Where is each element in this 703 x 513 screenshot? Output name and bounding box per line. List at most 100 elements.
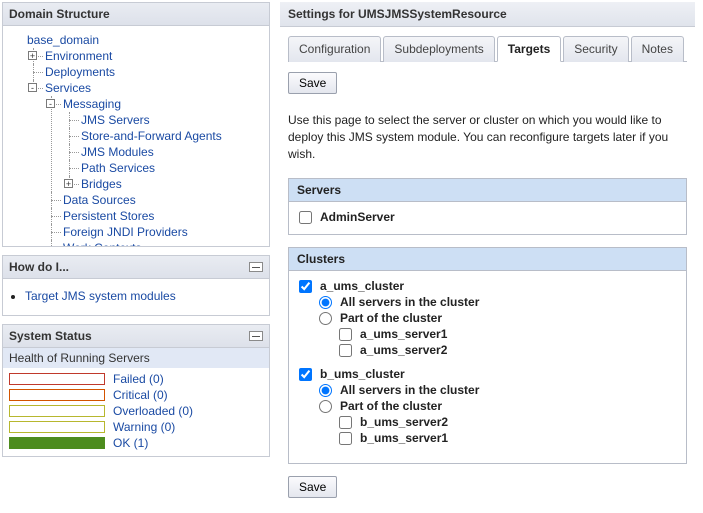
domain-structure-title: Domain Structure bbox=[9, 7, 110, 21]
tree-item: Path Services bbox=[63, 160, 263, 176]
status-row: OK (1) bbox=[9, 436, 263, 450]
domain-tree-scroll[interactable]: base_domain + Environment Deployments bbox=[3, 26, 269, 246]
cluster-option-all[interactable]: All servers in the cluster bbox=[319, 295, 676, 309]
cluster-radio-all[interactable] bbox=[319, 296, 332, 309]
domain-tree: base_domain + Environment Deployments bbox=[7, 30, 265, 246]
cluster-row[interactable]: a_ums_cluster bbox=[299, 279, 676, 293]
status-bar bbox=[9, 437, 105, 449]
cluster-server-checkbox[interactable] bbox=[339, 432, 352, 445]
tab-subdeployments[interactable]: Subdeployments bbox=[383, 36, 494, 62]
clusters-header: Clusters bbox=[289, 248, 686, 271]
status-label[interactable]: Failed (0) bbox=[113, 372, 164, 386]
status-label[interactable]: Warning (0) bbox=[113, 420, 175, 434]
server-name: AdminServer bbox=[320, 210, 395, 224]
tree-node-foreign-jndi[interactable]: Foreign JNDI Providers bbox=[63, 225, 188, 239]
tab-configuration[interactable]: Configuration bbox=[288, 36, 381, 62]
cluster-server-row[interactable]: a_ums_server2 bbox=[339, 343, 676, 357]
tree-item: + Environment bbox=[27, 48, 263, 64]
cluster-option-part[interactable]: Part of the cluster bbox=[319, 399, 676, 413]
tree-item: JMS Servers bbox=[63, 112, 263, 128]
cluster-checkbox[interactable] bbox=[299, 368, 312, 381]
cluster-server-checkbox[interactable] bbox=[339, 344, 352, 357]
howdoi-title: How do I... bbox=[9, 260, 69, 274]
tree-item: Work Contexts bbox=[45, 240, 263, 246]
tree-node-base-domain[interactable]: base_domain bbox=[27, 33, 99, 47]
tree-node-environment[interactable]: Environment bbox=[45, 49, 112, 63]
tab-bar: ConfigurationSubdeploymentsTargetsSecuri… bbox=[288, 35, 687, 62]
tree-node-data-sources[interactable]: Data Sources bbox=[63, 193, 136, 207]
tree-node-saf-agents[interactable]: Store-and-Forward Agents bbox=[81, 129, 222, 143]
howdoi-body: Target JMS system modules bbox=[3, 279, 269, 315]
clusters-section: Clusters a_ums_cluster All servers in the… bbox=[288, 247, 687, 464]
tree-item: Data Sources bbox=[45, 192, 263, 208]
servers-section: Servers AdminServer bbox=[288, 178, 687, 235]
server-row[interactable]: AdminServer bbox=[299, 210, 676, 224]
status-row: Critical (0) bbox=[9, 388, 263, 402]
tree-node-persistent-stores[interactable]: Persistent Stores bbox=[63, 209, 154, 223]
cluster-server-name: a_ums_server2 bbox=[360, 343, 447, 357]
system-status-header: System Status bbox=[3, 325, 269, 348]
collapse-icon[interactable] bbox=[249, 262, 263, 272]
howdoi-link[interactable]: Target JMS system modules bbox=[25, 289, 176, 303]
collapse-icon[interactable]: - bbox=[28, 83, 37, 92]
tab-targets[interactable]: Targets bbox=[497, 36, 561, 62]
cluster-server-row[interactable]: a_ums_server1 bbox=[339, 327, 676, 341]
tab-security[interactable]: Security bbox=[563, 36, 628, 62]
cluster-radio-part[interactable] bbox=[319, 400, 332, 413]
tree-node-messaging[interactable]: Messaging bbox=[63, 97, 121, 111]
expand-icon[interactable]: + bbox=[64, 179, 73, 188]
tree-node-path-services[interactable]: Path Services bbox=[81, 161, 155, 175]
cluster-option-all[interactable]: All servers in the cluster bbox=[319, 383, 676, 397]
tree-item: Persistent Stores bbox=[45, 208, 263, 224]
status-bar bbox=[9, 389, 105, 401]
status-bar bbox=[9, 421, 105, 433]
tree-node-deployments[interactable]: Deployments bbox=[45, 65, 115, 79]
collapse-icon[interactable]: - bbox=[46, 99, 55, 108]
cluster-server-name: b_ums_server1 bbox=[360, 431, 448, 445]
tree-node-work-contexts[interactable]: Work Contexts bbox=[63, 241, 141, 246]
domain-structure-header: Domain Structure bbox=[3, 3, 269, 26]
cluster-row[interactable]: b_ums_cluster bbox=[299, 367, 676, 381]
status-bar bbox=[9, 373, 105, 385]
cluster-checkbox[interactable] bbox=[299, 280, 312, 293]
cluster-server-row[interactable]: b_ums_server1 bbox=[339, 431, 676, 445]
settings-panel: Settings for UMSJMSSystemResource Config… bbox=[280, 2, 701, 506]
cluster-server-checkbox[interactable] bbox=[339, 416, 352, 429]
status-label[interactable]: OK (1) bbox=[113, 436, 148, 450]
system-status-title: System Status bbox=[9, 329, 92, 343]
cluster-name: b_ums_cluster bbox=[320, 367, 405, 381]
tree-node-jms-modules[interactable]: JMS Modules bbox=[81, 145, 154, 159]
tree-item: Deployments bbox=[27, 64, 263, 80]
status-row: Overloaded (0) bbox=[9, 404, 263, 418]
cluster-option-part[interactable]: Part of the cluster bbox=[319, 311, 676, 325]
cluster-option-label: All servers in the cluster bbox=[340, 295, 479, 309]
cluster-server-checkbox[interactable] bbox=[339, 328, 352, 341]
cluster-radio-all[interactable] bbox=[319, 384, 332, 397]
save-button-bottom[interactable]: Save bbox=[288, 476, 337, 498]
cluster-radio-part[interactable] bbox=[319, 312, 332, 325]
tree-node-services[interactable]: Services bbox=[45, 81, 91, 95]
server-checkbox[interactable] bbox=[299, 211, 312, 224]
status-label[interactable]: Critical (0) bbox=[113, 388, 168, 402]
tree-item: - Messaging JMS Servers Store-and-Forwar… bbox=[45, 96, 263, 192]
tree-node-bridges[interactable]: Bridges bbox=[81, 177, 122, 191]
settings-title: Settings for UMSJMSSystemResource bbox=[280, 2, 695, 27]
collapse-icon[interactable] bbox=[249, 331, 263, 341]
status-label[interactable]: Overloaded (0) bbox=[113, 404, 193, 418]
cluster-option-label: Part of the cluster bbox=[340, 399, 442, 413]
system-status-panel: System Status Health of Running Servers … bbox=[2, 324, 270, 457]
tab-notes[interactable]: Notes bbox=[631, 36, 684, 62]
tree-root: base_domain + Environment Deployments bbox=[9, 32, 263, 246]
cluster-server-row[interactable]: b_ums_server2 bbox=[339, 415, 676, 429]
tree-node-jms-servers[interactable]: JMS Servers bbox=[81, 113, 150, 127]
tree-item: Foreign JNDI Providers bbox=[45, 224, 263, 240]
tree-item: Store-and-Forward Agents bbox=[63, 128, 263, 144]
domain-structure-panel: Domain Structure base_domain + Environme… bbox=[2, 2, 270, 247]
system-status-subtitle: Health of Running Servers bbox=[3, 348, 269, 368]
save-button-top[interactable]: Save bbox=[288, 72, 337, 94]
howdoi-item: Target JMS system modules bbox=[25, 289, 265, 303]
cluster-name: a_ums_cluster bbox=[320, 279, 404, 293]
cluster-group: a_ums_cluster All servers in the cluster P… bbox=[299, 279, 676, 357]
tree-item: JMS Modules bbox=[63, 144, 263, 160]
expand-icon[interactable]: + bbox=[28, 51, 37, 60]
